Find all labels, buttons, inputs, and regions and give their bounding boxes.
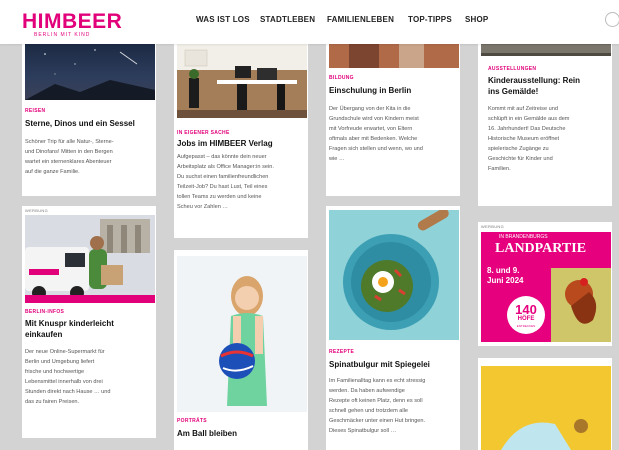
article-teaser-line: Fragen sich stellen und wenn, wo und <box>329 146 423 152</box>
article-teaser-line: Der neue Online-Supermarkt für <box>25 349 105 355</box>
article-title-line[interactable]: Kinderausstellung: Rein <box>488 75 580 86</box>
article-teaser-line: oftmals aber mit Bedenken. Welche <box>329 136 418 142</box>
top-navigation: HIMBEER BERLIN MIT KIND WAS IST LOS STAD… <box>0 0 619 44</box>
article-teaser-line: Geschmäcker unter einen Hut bringen. <box>329 418 426 424</box>
article-teaser-line: wie … <box>329 156 345 162</box>
article-teaser-line: Lebensmittel innerhalb von drei <box>25 379 103 385</box>
article-teaser-line: Teilzeit-Job? Du hast Lust, Teil eines <box>177 184 268 190</box>
article-card[interactable]: BILDUNG Einschulung in Berlin Der Überga… <box>326 44 460 196</box>
sponsored-tag: WERBUNG <box>481 224 504 229</box>
article-card[interactable]: IN EIGENER SACHE Jobs im HIMBEER Verlag … <box>174 44 308 238</box>
article-teaser-line: Aufgepasst – das könnte dein neuer <box>177 154 267 160</box>
ad-badge: 140 HÖFE ENTDECKEN <box>507 296 545 334</box>
sponsored-ad-card[interactable]: WERBUNG IN BRANDENBURGS LANDPARTIE 8. un… <box>478 222 612 346</box>
article-title-line[interactable]: ins Gemälde! <box>488 86 538 97</box>
article-teaser-line: das zu fairen Preisen. <box>25 399 80 405</box>
spinach-bulgur-image <box>329 210 459 340</box>
article-teaser-line: Du suchst einen familienfreundlichen <box>177 174 269 180</box>
article-card[interactable]: PORTRÄTS Am Ball bleiben <box>174 250 308 450</box>
article-title[interactable]: Einschulung in Berlin <box>329 85 411 96</box>
nav-familienleben[interactable]: FAMILIENLEBEN <box>327 15 394 24</box>
article-teaser-line: und Dinofans! Mitten in den Bergen <box>25 149 113 155</box>
article-teaser-line: Rezepte oft keinen Platz, denn es soll <box>329 398 423 404</box>
article-teaser-line: Berlin und Umgebung liefert <box>25 359 95 365</box>
ad-headline: LANDPARTIE <box>495 241 587 256</box>
search-icon[interactable] <box>605 12 619 27</box>
nav-was-ist-los[interactable]: WAS IST LOS <box>196 15 250 24</box>
night-sky-graphic <box>25 49 155 100</box>
ad-badge-number: 140 <box>515 302 537 317</box>
yellow-craft-image <box>481 366 611 450</box>
school-image <box>329 44 459 68</box>
article-title-line[interactable]: Mit Knuspr kinderleicht <box>25 318 114 329</box>
article-teaser-line: mit Vorfreude erwartet, von Eltern <box>329 126 413 132</box>
painting-graphic <box>481 45 611 56</box>
painting-image <box>481 44 611 56</box>
article-teaser-line: Kommt mit auf Zeitreise und <box>488 106 558 112</box>
nav-stadtleben[interactable]: STADTLEBEN <box>260 15 315 24</box>
article-teaser-line: auf die ganze Familie. <box>25 169 80 175</box>
girl-with-ball-graphic <box>177 256 307 412</box>
article-category: BERLIN-INFOS <box>25 309 65 315</box>
school-graphic <box>329 44 459 68</box>
article-teaser-line: tollen Teams zu werden und keine <box>177 194 262 200</box>
article-card[interactable]: REZEPTE Spinatbulgur mit Spiegelei Im Fa… <box>326 206 460 450</box>
article-teaser-line: spielerische Zugänge zu <box>488 146 549 152</box>
article-title[interactable]: Sterne, Dinos und ein Sessel <box>25 118 135 129</box>
article-teaser-line: schlüpft in ein Gemälde aus dem <box>488 116 570 122</box>
article-teaser-line: Der Übergang von der Kita in die <box>329 106 411 112</box>
article-card[interactable]: REISEN Sterne, Dinos und ein Sessel Schö… <box>22 44 156 196</box>
article-category: BILDUNG <box>329 75 354 81</box>
office-image <box>177 44 307 118</box>
yellow-craft-graphic <box>481 366 611 450</box>
sponsored-tag: WERBUNG <box>25 208 48 213</box>
article-teaser-line: Historische Museum eröffnet <box>488 136 560 142</box>
himbeer-logo[interactable]: HIMBEER <box>22 10 122 34</box>
sponsored-article-card[interactable]: WERBUNG BERLIN-INFOS Mit Knuspr kinderle… <box>22 206 156 438</box>
ad-badge-small: ENTDECKEN <box>516 324 536 328</box>
landpartie-ad[interactable]: IN BRANDENBURGS LANDPARTIE 8. und 9. Jun… <box>481 232 611 342</box>
delivery-van-image <box>25 215 155 303</box>
article-title[interactable]: Am Ball bleiben <box>177 428 237 439</box>
article-teaser-line: Arbeitsplatz als Office Manager:in sein. <box>177 164 274 170</box>
nav-shop[interactable]: SHOP <box>465 15 488 24</box>
article-card[interactable] <box>478 358 612 450</box>
ad-badge-word: HÖFE <box>517 316 535 322</box>
ad-date-line: Juni 2024 <box>487 276 524 285</box>
article-category: REISEN <box>25 108 46 114</box>
article-category: PORTRÄTS <box>177 418 207 424</box>
article-teaser-line: 16. Jahrhundert! Das Deutsche <box>488 126 566 132</box>
article-card[interactable]: AUSSTELLUNGEN Kinderausstellung: Rein in… <box>478 44 612 206</box>
night-sky-image <box>25 44 155 100</box>
article-teaser-line: Scheu vor Zahlen … <box>177 204 228 210</box>
girl-with-ball-image <box>177 256 307 412</box>
article-teaser-line: schnell gehen und trotzdem alle <box>329 408 408 414</box>
article-teaser-line: Schöner Trip für alle Natur-, Sterne- <box>25 139 114 145</box>
article-teaser-line: Dieses Spinatbulgur soll … <box>329 428 397 434</box>
article-title[interactable]: Jobs im HIMBEER Verlag <box>177 138 273 149</box>
article-teaser-line: Im Familienalltag kann es echt stressig <box>329 378 426 384</box>
nav-top-tipps[interactable]: TOP-TIPPS <box>408 15 452 24</box>
ad-date-line: 8. und 9. <box>487 266 520 275</box>
article-teaser-line: Geschichte für Kinder und <box>488 156 553 162</box>
article-title[interactable]: Spinatbulgur mit Spiegelei <box>329 359 430 370</box>
article-category: REZEPTE <box>329 349 355 355</box>
article-teaser-line: wartet ein sternenklares Abenteuer <box>25 159 112 165</box>
article-category: AUSSTELLUNGEN <box>488 66 537 72</box>
article-teaser-line: Stunden direkt nach Hause … und <box>25 389 111 395</box>
article-title-line[interactable]: einkaufen <box>25 329 62 340</box>
ad-headline-small: IN BRANDENBURGS <box>499 234 548 240</box>
article-teaser-line: frische und hochwertige <box>25 369 85 375</box>
office-graphic <box>177 44 307 118</box>
article-category: IN EIGENER SACHE <box>177 130 230 136</box>
delivery-van-graphic <box>25 215 155 303</box>
article-teaser-line: Familien. <box>488 166 511 172</box>
article-teaser-line: werden. Da haben aufwendige <box>329 388 405 394</box>
spinach-bulgur-graphic <box>329 210 459 340</box>
article-teaser-line: Grundschule wird von Kindern meist <box>329 116 419 122</box>
logo-tagline: BERLIN MIT KIND <box>34 32 91 38</box>
